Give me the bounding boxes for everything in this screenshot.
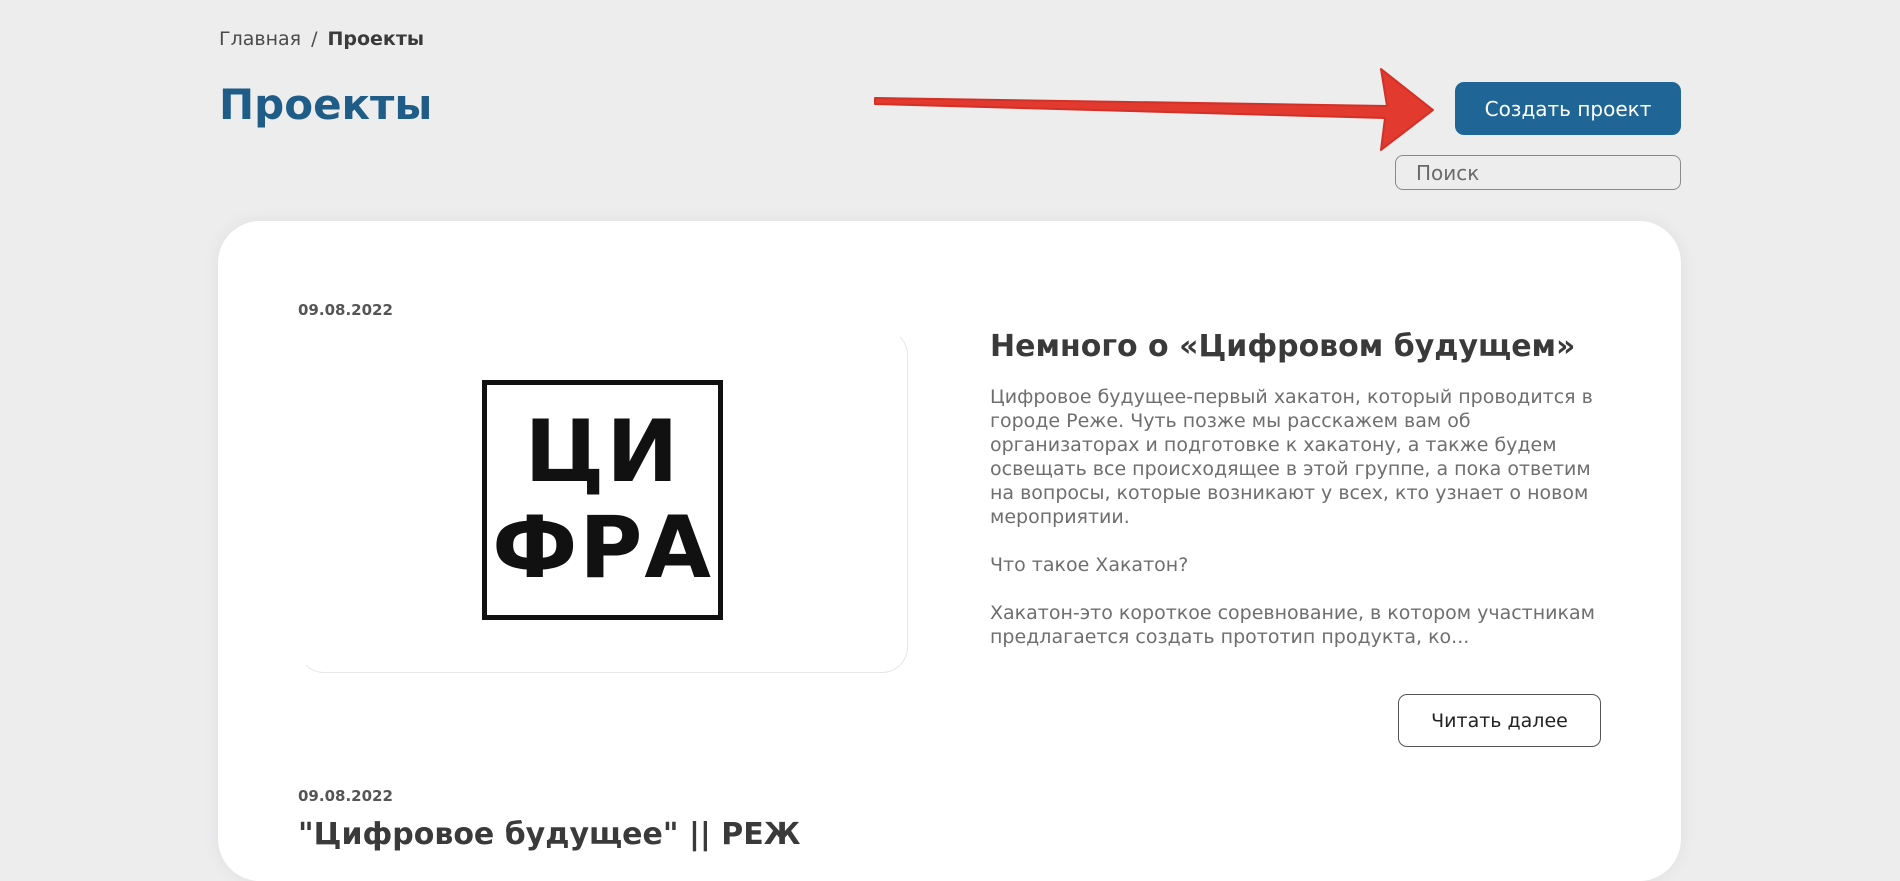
post-title[interactable]: Немного о «Цифровом будущем»: [990, 329, 1575, 364]
post-image[interactable]: ЦИ ФРА: [298, 329, 908, 673]
breadcrumb: Главная / Проекты: [219, 28, 424, 50]
breadcrumb-home-link[interactable]: Главная: [219, 28, 301, 50]
post-excerpt: Цифровое будущее-первый хакатон, который…: [990, 385, 1610, 673]
logo-text-line1: ЦИ: [524, 402, 681, 502]
projects-card: 09.08.2022 ЦИ ФРА Немного о «Цифровом бу…: [218, 221, 1681, 881]
search-input[interactable]: [1395, 155, 1681, 190]
create-project-button[interactable]: Создать проект: [1455, 82, 1681, 135]
page-title: Проекты: [219, 80, 433, 129]
breadcrumb-current: Проекты: [327, 28, 425, 50]
post-title[interactable]: "Цифровое будущее" || РЕЖ: [298, 817, 801, 852]
post-excerpt-paragraph: Что такое Хакатон?: [990, 554, 1189, 576]
post-date: 09.08.2022: [298, 301, 393, 319]
post-excerpt-paragraph: Цифровое будущее-первый хакатон, который…: [990, 386, 1593, 528]
cifra-logo: ЦИ ФРА: [482, 380, 723, 620]
logo-text-line2: ФРА: [492, 498, 713, 598]
post-date: 09.08.2022: [298, 787, 393, 805]
breadcrumb-separator: /: [311, 28, 318, 50]
read-more-button[interactable]: Читать далее: [1398, 694, 1601, 747]
post-excerpt-paragraph: Хакатон-это короткое соревнование, в кот…: [990, 602, 1595, 648]
